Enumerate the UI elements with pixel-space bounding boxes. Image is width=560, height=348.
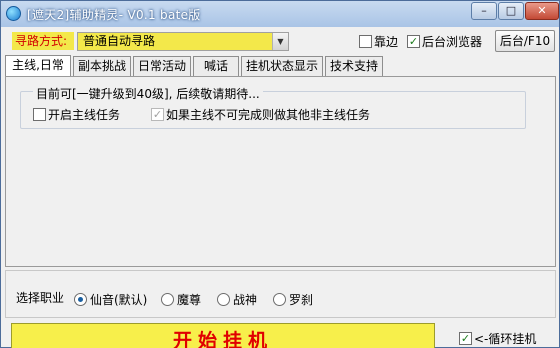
app-window: [遮天2]辅助精灵- V0.1 bate版 – □ ✕ 寻路方式: 普通自动寻路… <box>0 0 560 348</box>
career-option-label: 魔尊 <box>177 293 202 307</box>
career-selection: 选择职业 仙音(默认) 魔尊 战神 罗刹 <box>5 270 556 318</box>
radio-icon[interactable] <box>217 293 230 306</box>
mainline-group-title: 目前可[一键升级到40级], 后续敬请期待... <box>33 85 263 102</box>
tab-dungeon-challenge[interactable]: 副本挑战 <box>73 56 131 76</box>
enable-mainline-row[interactable]: 开启主线任务 <box>33 106 120 123</box>
radio-selected-icon[interactable] <box>74 293 87 306</box>
career-option-luosha[interactable]: 罗刹 <box>273 291 313 308</box>
background-f10-button[interactable]: 后台/F10 <box>495 30 555 52</box>
loop-afk-checkbox[interactable] <box>459 332 472 345</box>
fallback-task-row[interactable]: 如果主线不可完成则做其他非主线任务 <box>151 106 370 123</box>
radio-icon[interactable] <box>273 293 286 306</box>
pathfinding-mode-label: 寻路方式: <box>12 32 74 50</box>
edge-checkbox[interactable] <box>359 35 372 48</box>
window-title: [遮天2]辅助精灵- V0.1 bate版 <box>27 8 201 22</box>
mainline-group: 目前可[一键升级到40级], 后续敬请期待... 开启主线任务 如果主线不可完成… <box>20 85 526 129</box>
close-button[interactable]: ✕ <box>525 2 559 20</box>
tab-afk-status[interactable]: 挂机状态显示 <box>241 56 323 76</box>
radio-icon[interactable] <box>161 293 174 306</box>
background-browser-label: 后台浏览器 <box>422 35 483 49</box>
tab-panel-mainline: 目前可[一键升级到40级], 后续敬请期待... 开启主线任务 如果主线不可完成… <box>5 76 556 267</box>
fallback-task-checkbox[interactable] <box>151 108 164 121</box>
loop-afk-row[interactable]: <-循环挂机 <box>459 330 536 347</box>
tab-mainline-daily[interactable]: 主线,日常 <box>5 55 71 77</box>
maximize-button[interactable]: □ <box>498 2 524 20</box>
edge-checkbox-label: 靠边 <box>374 35 399 49</box>
career-option-xianyin[interactable]: 仙音(默认) <box>74 291 147 308</box>
career-option-label: 仙音(默认) <box>90 293 148 307</box>
background-browser-checkbox[interactable] <box>407 35 420 48</box>
fallback-task-label: 如果主线不可完成则做其他非主线任务 <box>166 108 371 122</box>
loop-afk-label: <-循环挂机 <box>474 332 537 346</box>
career-option-label: 战神 <box>233 293 258 307</box>
tab-daily-activity[interactable]: 日常活动 <box>133 56 191 76</box>
minimize-button[interactable]: – <box>471 2 497 20</box>
start-afk-button[interactable]: 开始挂机 <box>11 323 435 348</box>
pathfinding-mode-value: 普通自动寻路 <box>83 34 156 48</box>
career-option-mozun[interactable]: 魔尊 <box>161 291 201 308</box>
edge-checkbox-row[interactable]: 靠边 <box>359 33 398 50</box>
app-logo-icon <box>6 6 21 21</box>
career-option-zhanshen[interactable]: 战神 <box>217 291 257 308</box>
career-label: 选择职业 <box>16 291 65 305</box>
background-browser-row[interactable]: 后台浏览器 <box>407 33 482 50</box>
toolbar: 寻路方式: 普通自动寻路 ▼ 靠边 后台浏览器 后台/F10 <box>1 27 559 55</box>
enable-mainline-label: 开启主线任务 <box>48 108 121 122</box>
title-bar[interactable]: [遮天2]辅助精灵- V0.1 bate版 – □ ✕ <box>1 1 559 27</box>
tab-shout[interactable]: 喊话 <box>193 56 239 76</box>
career-option-label: 罗刹 <box>289 293 314 307</box>
enable-mainline-checkbox[interactable] <box>33 108 46 121</box>
pathfinding-mode-select[interactable]: 普通自动寻路 ▼ <box>77 32 289 51</box>
tab-tech-support[interactable]: 技术支持 <box>325 56 383 76</box>
chevron-down-icon[interactable]: ▼ <box>272 33 288 50</box>
